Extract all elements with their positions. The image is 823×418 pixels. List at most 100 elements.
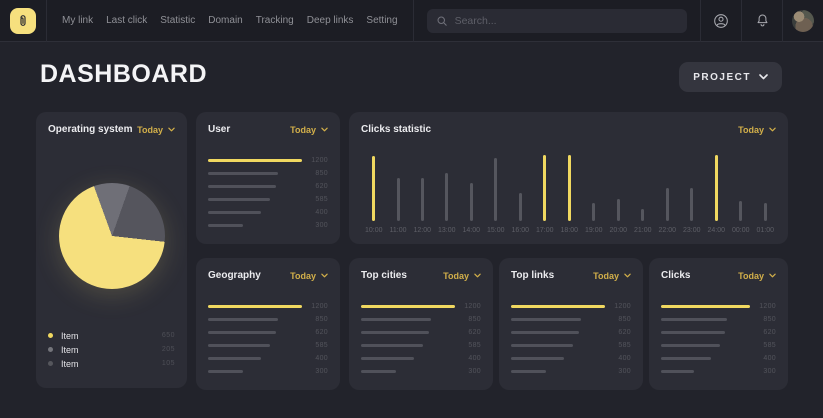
bar xyxy=(764,203,767,221)
bar-track xyxy=(661,305,750,308)
bar xyxy=(421,178,424,221)
bar-wrap xyxy=(592,155,595,221)
period-dropdown[interactable]: Today xyxy=(738,125,776,135)
bar xyxy=(592,203,595,222)
legend-value: 205 xyxy=(162,346,175,353)
project-dropdown[interactable]: PROJECT xyxy=(679,62,782,92)
time-label: 17:00 xyxy=(536,227,554,234)
time-column: 12:00 xyxy=(413,155,431,234)
time-column: 01:00 xyxy=(756,155,774,234)
bar-value: 585 xyxy=(302,342,328,349)
bar-value: 1200 xyxy=(302,303,328,310)
bar-wrap xyxy=(445,155,448,221)
divider xyxy=(413,0,414,42)
period-dropdown[interactable]: Today xyxy=(290,271,328,281)
period-label: Today xyxy=(290,125,316,135)
period-dropdown[interactable]: Today xyxy=(290,125,328,135)
card-geography: Geography Today 1200850620585400300 xyxy=(196,258,340,390)
period-label: Today xyxy=(290,271,316,281)
card-header: Operating system Today xyxy=(48,124,175,135)
bar-wrap xyxy=(666,155,669,221)
bar xyxy=(208,357,261,360)
bar-value: 400 xyxy=(605,355,631,362)
bar xyxy=(511,305,605,308)
bar-row: 1200 xyxy=(208,157,328,164)
period-dropdown[interactable]: Today xyxy=(593,271,631,281)
chevron-down-icon xyxy=(168,127,175,132)
time-column: 18:00 xyxy=(560,155,578,234)
period-label: Today xyxy=(738,125,764,135)
avatar[interactable] xyxy=(792,10,814,32)
bar-value: 585 xyxy=(605,342,631,349)
legend-item: Item650 xyxy=(48,331,175,340)
bar-value: 400 xyxy=(302,355,328,362)
bar xyxy=(445,173,448,221)
bar xyxy=(511,357,564,360)
bar xyxy=(397,178,400,221)
bar-row: 585 xyxy=(208,196,328,203)
period-label: Today xyxy=(137,125,163,135)
search-box[interactable] xyxy=(427,9,687,33)
bar-row: 400 xyxy=(208,209,328,216)
bar xyxy=(208,344,270,347)
time-column: 23:00 xyxy=(683,155,701,234)
bar xyxy=(361,318,431,321)
period-dropdown[interactable]: Today xyxy=(443,271,481,281)
time-column: 15:00 xyxy=(487,155,505,234)
time-label: 15:00 xyxy=(487,227,505,234)
period-dropdown[interactable]: Today xyxy=(738,271,776,281)
time-label: 18:00 xyxy=(560,227,578,234)
time-column: 10:00 xyxy=(365,155,383,234)
nav-item-statistic[interactable]: Statistic xyxy=(160,15,195,26)
account-button[interactable] xyxy=(701,0,741,42)
bar-row: 400 xyxy=(511,355,631,362)
nav-item-tracking[interactable]: Tracking xyxy=(256,15,294,26)
bar-track xyxy=(208,357,302,360)
bar-track xyxy=(511,331,605,334)
legend-label: Item xyxy=(61,359,79,369)
period-dropdown[interactable]: Today xyxy=(137,125,175,135)
bar xyxy=(208,224,243,227)
bar-track xyxy=(661,344,750,347)
card-clicks: Clicks Today 1200850620585400300 xyxy=(649,258,788,390)
bar-track xyxy=(511,344,605,347)
bar-wrap xyxy=(494,155,497,221)
bar-value: 400 xyxy=(302,209,328,216)
legend-dot xyxy=(48,347,53,352)
bar xyxy=(617,199,620,221)
bar-wrap xyxy=(764,155,767,221)
bar-value: 850 xyxy=(455,316,481,323)
bar-value: 300 xyxy=(750,368,776,375)
nav-item-domain[interactable]: Domain xyxy=(208,15,242,26)
bar xyxy=(511,318,581,321)
bar-track xyxy=(511,370,605,373)
time-label: 12:00 xyxy=(413,227,431,234)
bar-row: 585 xyxy=(361,342,481,349)
bar xyxy=(511,331,579,334)
bar-value: 300 xyxy=(302,368,328,375)
nav-item-my-link[interactable]: My link xyxy=(62,15,93,26)
card-title: Operating system xyxy=(48,124,132,135)
bar-track xyxy=(361,305,455,308)
bar-wrap xyxy=(372,155,375,221)
search-input[interactable] xyxy=(455,15,678,27)
nav-item-setting[interactable]: Setting xyxy=(366,15,397,26)
bar xyxy=(511,370,546,373)
legend-value: 650 xyxy=(162,332,175,339)
card-title: User xyxy=(208,124,230,135)
top-links-bar-chart: 1200850620585400300 xyxy=(511,303,631,375)
bar-row: 300 xyxy=(661,368,776,375)
geography-bar-chart: 1200850620585400300 xyxy=(208,303,328,375)
bar-row: 585 xyxy=(208,342,328,349)
card-operating-system: Operating system Today Item650Item205Ite… xyxy=(36,112,187,388)
bar-value: 585 xyxy=(302,196,328,203)
nav-item-last-click[interactable]: Last click xyxy=(106,15,147,26)
nav-item-deep-links[interactable]: Deep links xyxy=(307,15,354,26)
bar-track xyxy=(208,305,302,308)
notifications-button[interactable] xyxy=(742,0,782,42)
time-label: 21:00 xyxy=(634,227,652,234)
bar-wrap xyxy=(568,155,571,221)
card-clicks-statistic: Clicks statistic Today 10:0011:0012:0013… xyxy=(349,112,788,244)
avatar-cell xyxy=(783,0,823,42)
app-logo[interactable] xyxy=(10,8,36,34)
